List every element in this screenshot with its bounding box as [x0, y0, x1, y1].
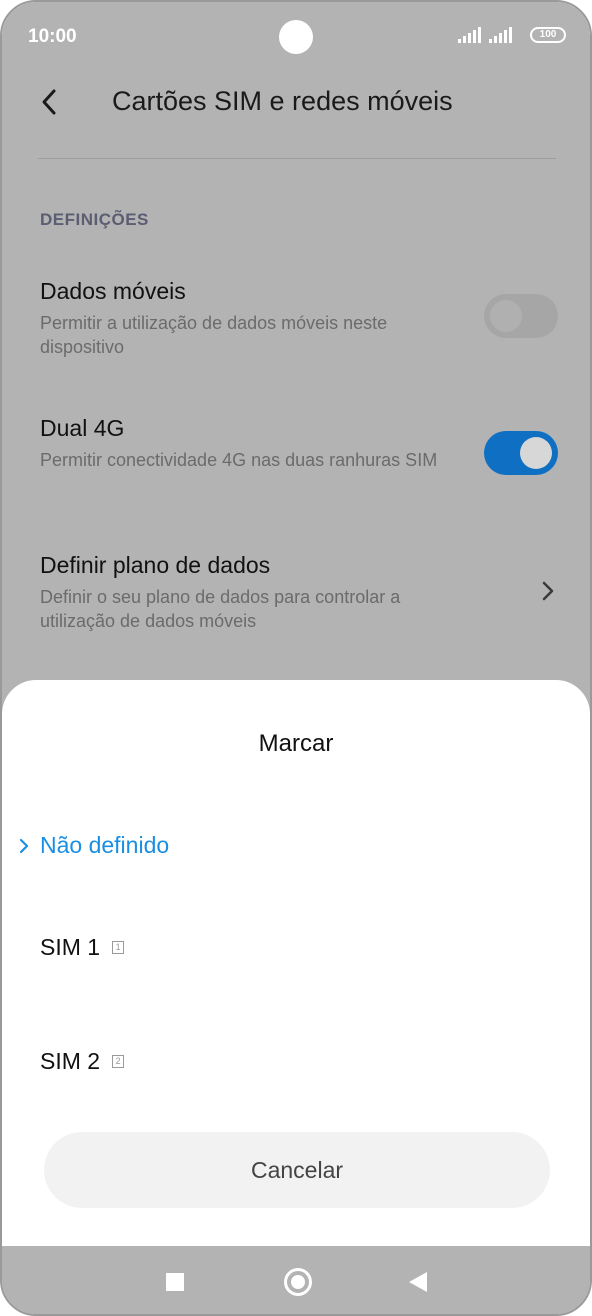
setting-mobile-data[interactable]: Dados móveis Permitir a utilização de da…: [40, 278, 558, 359]
option-sim-1[interactable]: SIM 1 1: [40, 934, 125, 961]
status-icons: 100: [458, 27, 566, 43]
setting-description: Definir o seu plano de dados para contro…: [40, 587, 401, 631]
option-sim-2[interactable]: SIM 2 2: [40, 1048, 125, 1075]
setting-description: Permitir conectividade 4G nas duas ranhu…: [40, 450, 438, 470]
recents-icon[interactable]: [166, 1273, 184, 1291]
battery-icon: 100: [530, 27, 566, 43]
option-label: Não definido: [40, 832, 170, 858]
dial-sim-sheet: Marcar Não definido SIM 1 1 SIM 2 2 Canc…: [2, 680, 590, 1246]
check-chevron-icon: [19, 838, 29, 854]
setting-title: Definir plano de dados: [40, 552, 271, 578]
toggle-knob: [520, 437, 552, 469]
sim-1-icon: 1: [112, 941, 125, 954]
header: Cartões SIM e redes móveis: [2, 72, 590, 158]
signal-2-icon: [489, 27, 512, 43]
navigation-bar: [2, 1246, 590, 1314]
toggle-knob: [490, 300, 522, 332]
mobile-data-toggle[interactable]: [484, 294, 558, 338]
chevron-right-icon: [542, 581, 554, 601]
dual-4g-toggle[interactable]: [484, 431, 558, 475]
back-icon[interactable]: [409, 1272, 427, 1292]
back-arrow-icon[interactable]: [38, 88, 66, 116]
signal-1-icon: [458, 27, 481, 43]
sheet-title: Marcar: [258, 730, 334, 757]
sim-2-icon: 2: [112, 1055, 125, 1068]
status-bar: 10:00 100: [2, 2, 590, 72]
setting-title: Dual 4G: [40, 415, 125, 441]
setting-data-plan[interactable]: Definir plano de dados Definir o seu pla…: [40, 552, 558, 633]
camera-cutout: [279, 20, 313, 54]
header-divider: [38, 158, 556, 159]
option-label: SIM 1: [40, 934, 101, 960]
setting-dual-4g[interactable]: Dual 4G Permitir conectividade 4G nas du…: [40, 415, 558, 475]
section-label: DEFINIÇÕES: [40, 210, 149, 229]
setting-title: Dados móveis: [40, 278, 186, 304]
phone-frame: 10:00 100 Cartões SIM e redes móveis DEF…: [0, 0, 592, 1316]
option-label: SIM 2: [40, 1048, 101, 1074]
status-time: 10:00: [28, 26, 77, 47]
cancel-button[interactable]: Cancelar: [44, 1132, 550, 1208]
setting-description: Permitir a utilização de dados móveis ne…: [40, 313, 388, 357]
option-nao-definido[interactable]: Não definido: [19, 832, 170, 859]
home-icon[interactable]: [284, 1268, 312, 1296]
page-title: Cartões SIM e redes móveis: [112, 86, 453, 116]
